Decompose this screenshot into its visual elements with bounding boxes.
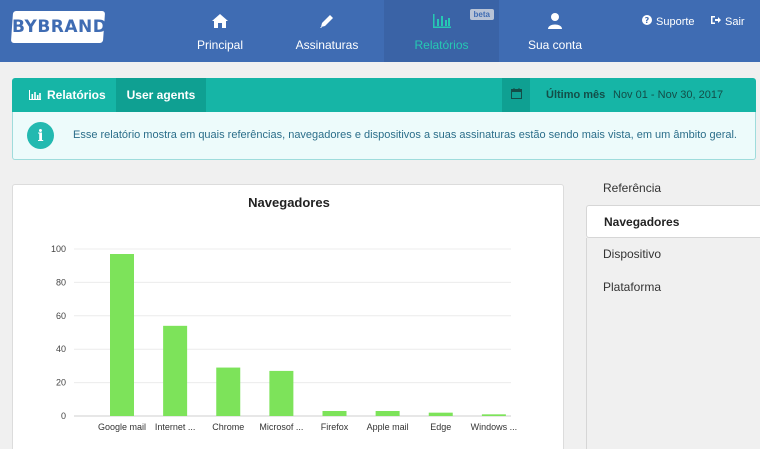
date-range-selector[interactable]: Nov 01 - Nov 30, 2017 <box>613 78 723 112</box>
nav-label: Assinaturas <box>295 38 359 52</box>
x-tick-label: Edge <box>430 422 451 432</box>
user-icon <box>547 10 563 32</box>
x-tick-label: Firefox <box>321 422 349 432</box>
y-tick-label: 80 <box>56 277 66 287</box>
info-text: Esse relatório mostra em quais referênci… <box>73 129 737 141</box>
y-tick-label: 20 <box>56 378 66 388</box>
tab-relatorios[interactable]: Relatórios <box>12 78 116 112</box>
x-tick-label: Windows ... <box>471 422 518 432</box>
x-tick-label: Apple mail <box>367 422 409 432</box>
browsers-bar-chart: 0 20 40 60 80 100 Google mail Internet ... Chrom… <box>51 244 518 432</box>
report-tab-bar: Relatórios User agents Último mês Nov 01… <box>12 78 756 112</box>
nav-principal[interactable]: Principal <box>182 0 258 62</box>
side-item-dispositivo[interactable]: Dispositivo <box>586 238 760 271</box>
beta-badge: beta <box>469 9 494 20</box>
bar <box>481 414 506 416</box>
x-tick-label: Microsof ... <box>259 422 303 432</box>
sign-out-icon <box>710 15 721 28</box>
support-link[interactable]: ? Suporte <box>642 15 695 28</box>
x-tick-label: Chrome <box>212 422 244 432</box>
bar-chart-icon <box>29 90 41 100</box>
nav-label: Relatórios <box>414 38 469 52</box>
side-item-referencia[interactable]: Referência <box>586 172 760 205</box>
question-circle-icon: ? <box>642 15 652 28</box>
bar <box>163 325 188 416</box>
bar <box>375 410 400 416</box>
x-tick-label: Internet ... <box>155 422 196 432</box>
bybrand-logo[interactable]: BYBRAND <box>10 11 107 43</box>
y-tick-label: 0 <box>61 411 66 421</box>
x-tick-label: Google mail <box>98 422 146 432</box>
svg-text:?: ? <box>645 16 650 25</box>
top-navbar: BYBRAND Principal Assinaturas beta Relat… <box>0 0 760 62</box>
nav-label: Sua conta <box>527 38 583 52</box>
bar-chart-icon <box>432 10 452 32</box>
bar <box>269 370 294 416</box>
y-tick-label: 100 <box>51 244 66 254</box>
side-item-navegadores[interactable]: Navegadores <box>586 205 760 238</box>
calendar-icon <box>510 86 522 104</box>
bar <box>322 410 347 416</box>
info-alert: i Esse relatório mostra em quais referên… <box>12 112 756 160</box>
bar <box>428 412 453 416</box>
tab-user-agents[interactable]: User agents <box>116 78 206 112</box>
calendar-button[interactable] <box>502 78 530 112</box>
side-item-plataforma[interactable]: Plataforma <box>586 271 760 304</box>
nav-label: Principal <box>196 38 244 52</box>
side-menu: Referência Navegadores Dispositivo Plata… <box>586 172 760 304</box>
y-tick-label: 60 <box>56 311 66 321</box>
logout-link[interactable]: Sair <box>710 15 745 28</box>
nav-relatorios[interactable]: beta Relatórios <box>384 0 499 62</box>
pencil-icon <box>318 10 336 32</box>
period-label: Último mês <box>546 89 606 101</box>
bar <box>110 254 134 416</box>
y-tick-label: 40 <box>56 344 66 354</box>
info-icon: i <box>27 122 54 149</box>
bar <box>216 367 241 416</box>
nav-assinaturas[interactable]: Assinaturas <box>288 0 366 62</box>
home-icon <box>211 10 229 32</box>
nav-sua-conta[interactable]: Sua conta <box>522 0 588 62</box>
chart-card: Navegadores 0 20 40 60 80 100 Google mail Inter… <box>12 184 564 449</box>
